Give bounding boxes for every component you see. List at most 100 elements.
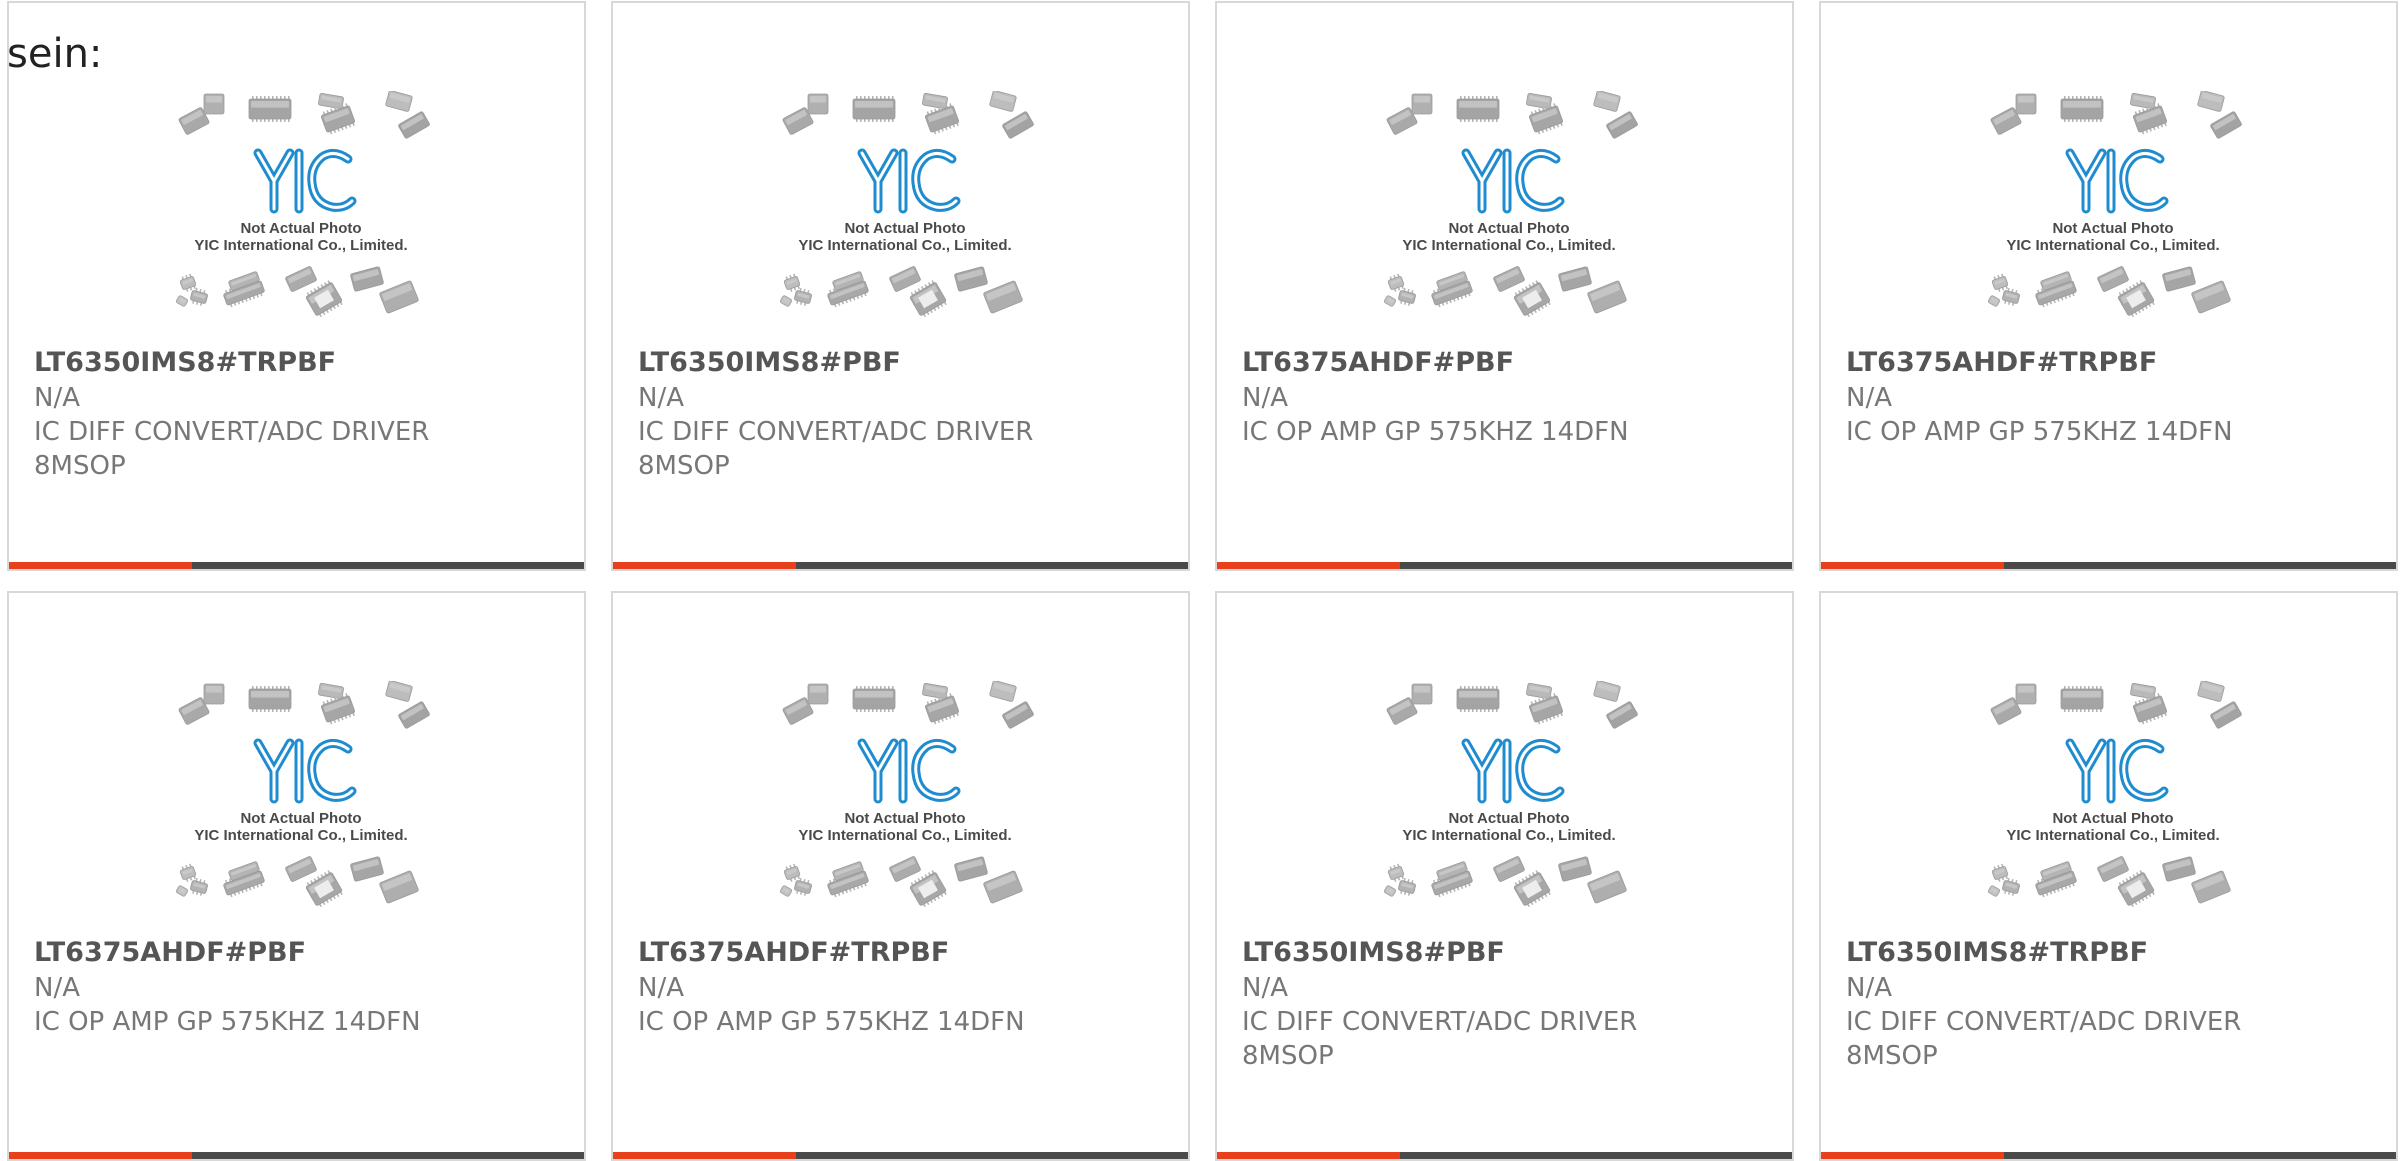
chip-icon	[1384, 295, 1396, 307]
product-placeholder-image[interactable]: Not Actual Photo YIC International Co., L…	[1978, 681, 2248, 926]
chip-icon	[989, 91, 1017, 112]
chip-icon	[1593, 91, 1621, 112]
chip-icon	[1606, 111, 1638, 139]
product-manufacturer: N/A	[1242, 973, 1288, 1003]
placeholder-svg: Not Actual PhotoYIC International Co., L…	[1384, 681, 1638, 908]
chip-icon	[2197, 681, 2225, 702]
chip-icon	[248, 96, 292, 122]
chip-icon	[794, 877, 812, 896]
product-part-number[interactable]: LT6375AHDF#PBF	[1242, 346, 1514, 380]
chip-icon	[1526, 682, 1552, 700]
chip-icon	[190, 287, 208, 306]
product-manufacturer: N/A	[638, 973, 684, 1003]
chip-icon	[1411, 683, 1433, 705]
chip-icon	[1456, 96, 1500, 122]
product-part-number[interactable]: LT6350IMS8#PBF	[1242, 936, 1505, 970]
placeholder-caption: Not Actual Photo	[1448, 810, 1569, 827]
chip-icon	[2117, 280, 2155, 318]
product-card[interactable]: Not Actual Photo YIC International Co., L…	[1215, 1, 1794, 571]
yic-logo-icon	[857, 738, 961, 804]
product-manufacturer: N/A	[34, 973, 80, 1003]
chip-icon	[2197, 91, 2225, 112]
chip-icon	[1606, 701, 1638, 729]
product-card[interactable]: Not Actual Photo YIC International Co., L…	[611, 591, 1190, 1161]
chip-icon	[2015, 93, 2037, 115]
chip-icon	[385, 91, 413, 112]
placeholder-caption: Not Actual Photo	[844, 220, 965, 237]
placeholder-caption: Not Actual Photo	[240, 810, 361, 827]
chip-icon	[1558, 856, 1592, 882]
product-part-number[interactable]: LT6350IMS8#TRPBF	[34, 346, 336, 380]
yic-logo-icon	[857, 148, 961, 214]
product-part-number[interactable]: LT6375AHDF#PBF	[34, 936, 306, 970]
product-placeholder-image[interactable]: Not Actual Photo YIC International Co., L…	[166, 681, 436, 926]
chip-icon	[1991, 273, 2009, 292]
chip-icon	[2162, 266, 2196, 292]
chip-icon	[1387, 273, 1405, 292]
chip-icon	[807, 683, 829, 705]
product-part-number[interactable]: LT6375AHDF#TRPBF	[638, 936, 949, 970]
chip-icon	[285, 856, 317, 882]
chip-icon	[1493, 856, 1525, 882]
yic-logo-icon	[1461, 148, 1565, 214]
chip-icon	[783, 863, 801, 882]
chip-icon	[385, 681, 413, 702]
product-placeholder-image[interactable]: Not Actual Photo YIC International Co., L…	[1374, 681, 1644, 926]
chip-icon	[176, 885, 188, 897]
card-accent-bar	[1821, 562, 2004, 569]
chip-icon	[954, 266, 988, 292]
chip-icon	[1384, 885, 1396, 897]
product-description: IC OP AMP GP 575KHZ 14DFN	[34, 1007, 421, 1037]
chip-icon	[2002, 877, 2020, 896]
placeholder-svg: Not Actual PhotoYIC International Co., L…	[1384, 91, 1638, 318]
placeholder-company: YIC International Co., Limited.	[194, 827, 407, 844]
chip-icon	[379, 870, 419, 904]
placeholder-caption: Not Actual Photo	[844, 810, 965, 827]
chip-icon	[1513, 280, 1551, 318]
product-description: IC OP AMP GP 575KHZ 14DFN	[1242, 417, 1629, 447]
chip-icon	[780, 885, 792, 897]
product-card[interactable]: Not Actual Photo YIC International Co., L…	[611, 1, 1190, 571]
chip-icon	[983, 870, 1023, 904]
product-manufacturer: N/A	[1242, 383, 1288, 413]
placeholder-company: YIC International Co., Limited.	[1402, 827, 1615, 844]
product-card[interactable]: Not Actual Photo YIC International Co., L…	[1819, 1, 2398, 571]
product-part-number[interactable]: LT6375AHDF#TRPBF	[1846, 346, 2157, 380]
chip-icon	[807, 93, 829, 115]
product-placeholder-image[interactable]: Not Actual Photo YIC International Co., L…	[770, 91, 1040, 336]
chip-icon	[852, 686, 896, 712]
product-card[interactable]: Not Actual Photo YIC International Co., L…	[1215, 591, 1794, 1161]
product-card[interactable]: Not Actual Photo YIC International Co., L…	[7, 1, 586, 571]
yic-logo-icon	[253, 148, 357, 214]
product-placeholder-image[interactable]: Not Actual Photo YIC International Co., L…	[166, 91, 436, 336]
card-bottom-bar	[1821, 562, 2396, 569]
product-description: IC OP AMP GP 575KHZ 14DFN	[638, 1007, 1025, 1037]
product-placeholder-image[interactable]: Not Actual Photo YIC International Co., L…	[1978, 91, 2248, 336]
product-placeholder-image[interactable]: Not Actual Photo YIC International Co., L…	[770, 681, 1040, 926]
chip-icon	[1988, 295, 2000, 307]
placeholder-svg: Not Actual PhotoYIC International Co., L…	[176, 91, 430, 318]
chip-icon	[2191, 870, 2231, 904]
chip-icon	[398, 111, 430, 139]
product-description: IC DIFF CONVERT/ADC DRIVER 8MSOP	[638, 417, 1034, 481]
placeholder-caption: Not Actual Photo	[1448, 220, 1569, 237]
chip-icon	[1988, 885, 2000, 897]
chip-icon	[305, 870, 343, 908]
chip-icon	[1387, 863, 1405, 882]
product-placeholder-image[interactable]: Not Actual Photo YIC International Co., L…	[1374, 91, 1644, 336]
chip-icon	[190, 877, 208, 896]
chip-icon	[2130, 92, 2156, 110]
chip-icon	[1398, 877, 1416, 896]
product-part-number[interactable]: LT6350IMS8#TRPBF	[1846, 936, 2148, 970]
placeholder-company: YIC International Co., Limited.	[798, 827, 1011, 844]
card-bottom-bar	[613, 562, 1188, 569]
card-bottom-bar	[1217, 562, 1792, 569]
chip-icon	[852, 96, 896, 122]
product-part-number[interactable]: LT6350IMS8#PBF	[638, 346, 901, 380]
chip-icon	[203, 683, 225, 705]
product-manufacturer: N/A	[34, 383, 80, 413]
placeholder-company: YIC International Co., Limited.	[194, 237, 407, 254]
product-card[interactable]: Not Actual Photo YIC International Co., L…	[1819, 591, 2398, 1161]
product-description: IC DIFF CONVERT/ADC DRIVER 8MSOP	[1242, 1007, 1638, 1071]
product-card[interactable]: Not Actual Photo YIC International Co., L…	[7, 591, 586, 1161]
